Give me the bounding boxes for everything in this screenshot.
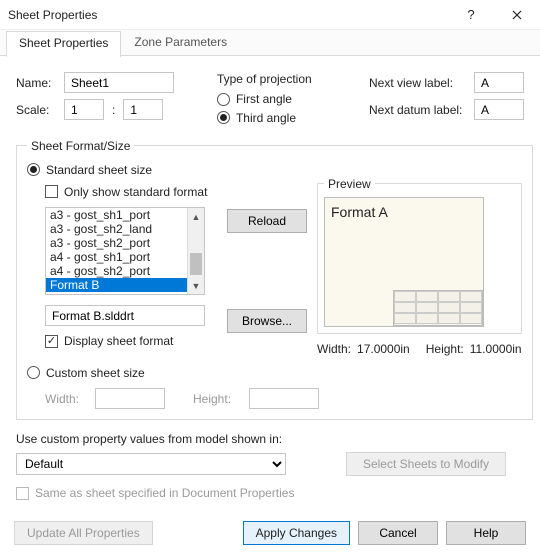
same-as-label: Same as sheet specified in Document Prop…: [35, 486, 294, 500]
update-all-button: Update All Properties: [14, 521, 153, 545]
list-item[interactable]: a3 - gost_sh2_port: [46, 236, 187, 250]
list-item[interactable]: Format B: [46, 278, 187, 292]
custom-size-label: Custom sheet size: [46, 366, 145, 380]
preview-width-label: Width:: [317, 342, 351, 356]
custom-size-radio[interactable]: Custom sheet size: [27, 366, 145, 380]
sheet-format-group: Sheet Format/Size Standard sheet size On…: [16, 139, 533, 421]
custom-src-label: Use custom property values from model sh…: [16, 432, 524, 446]
standard-size-label: Standard sheet size: [46, 163, 152, 177]
format-file-input[interactable]: [45, 305, 205, 326]
listbox-scrollbar[interactable]: ▲ ▼: [187, 208, 204, 294]
third-angle-radio[interactable]: Third angle: [217, 111, 296, 125]
tab-zone-parameters[interactable]: Zone Parameters: [121, 30, 240, 56]
window-titlebar: Sheet Properties ?: [0, 0, 540, 30]
help-button[interactable]: Help: [446, 521, 526, 545]
display-format-check[interactable]: ✓ Display sheet format: [45, 334, 173, 348]
scroll-up-icon[interactable]: ▲: [188, 208, 204, 225]
apply-changes-button[interactable]: Apply Changes: [243, 521, 350, 545]
display-format-label: Display sheet format: [64, 334, 173, 348]
same-as-check: Same as sheet specified in Document Prop…: [16, 486, 294, 500]
first-angle-label: First angle: [236, 92, 292, 106]
list-item[interactable]: a3 - gost_sh1_port: [46, 208, 187, 222]
next-datum-input[interactable]: [474, 99, 524, 120]
scale-sep: :: [112, 103, 115, 117]
standard-size-radio[interactable]: Standard sheet size: [27, 163, 152, 177]
name-input[interactable]: [64, 72, 174, 93]
next-datum-label: Next datum label:: [369, 103, 474, 117]
list-item[interactable]: a4 - gost_sh1_port: [46, 250, 187, 264]
tab-sheet-properties[interactable]: Sheet Properties: [6, 31, 121, 57]
preview-image: Format A: [324, 197, 484, 327]
scale-den-input[interactable]: [123, 99, 163, 120]
custom-height-input: [249, 388, 319, 409]
sheet-format-legend: Sheet Format/Size: [27, 139, 134, 153]
reload-button[interactable]: Reload: [227, 209, 307, 233]
close-icon[interactable]: [494, 0, 540, 30]
custom-width-label: Width:: [45, 392, 87, 406]
scroll-down-icon[interactable]: ▼: [188, 277, 204, 294]
preview-legend: Preview: [324, 177, 375, 191]
next-view-input[interactable]: [474, 72, 524, 93]
tabstrip: Sheet Properties Zone Parameters: [0, 30, 540, 56]
first-angle-radio[interactable]: First angle: [217, 92, 292, 106]
preview-height-label: Height:: [426, 342, 464, 356]
only-standard-check[interactable]: Only show standard format: [45, 185, 207, 199]
window-title: Sheet Properties: [8, 8, 448, 22]
format-listbox[interactable]: a3 - gost_sh1_porta3 - gost_sh2_landa3 -…: [45, 207, 205, 295]
select-sheets-button: Select Sheets to Modify: [346, 452, 506, 476]
scale-num-input[interactable]: [64, 99, 104, 120]
list-item[interactable]: a4 - gost_sh2_port: [46, 264, 187, 278]
custom-width-input: [95, 388, 165, 409]
projection-label: Type of projection: [217, 72, 349, 86]
cancel-button[interactable]: Cancel: [358, 521, 438, 545]
preview-height-value: 11.0000in: [470, 342, 522, 356]
third-angle-label: Third angle: [236, 111, 296, 125]
scale-label: Scale:: [16, 103, 64, 117]
custom-height-label: Height:: [193, 392, 241, 406]
only-standard-label: Only show standard format: [64, 185, 207, 199]
preview-title: Format A: [331, 204, 388, 220]
preview-group: Preview Format A: [317, 177, 522, 334]
help-icon[interactable]: ?: [448, 0, 494, 30]
name-label: Name:: [16, 76, 64, 90]
list-item[interactable]: a3 - gost_sh2_land: [46, 222, 187, 236]
preview-width-value: 17.0000in: [357, 342, 410, 356]
next-view-label: Next view label:: [369, 76, 474, 90]
browse-button[interactable]: Browse...: [227, 309, 307, 333]
custom-src-dropdown[interactable]: Default: [16, 453, 286, 475]
